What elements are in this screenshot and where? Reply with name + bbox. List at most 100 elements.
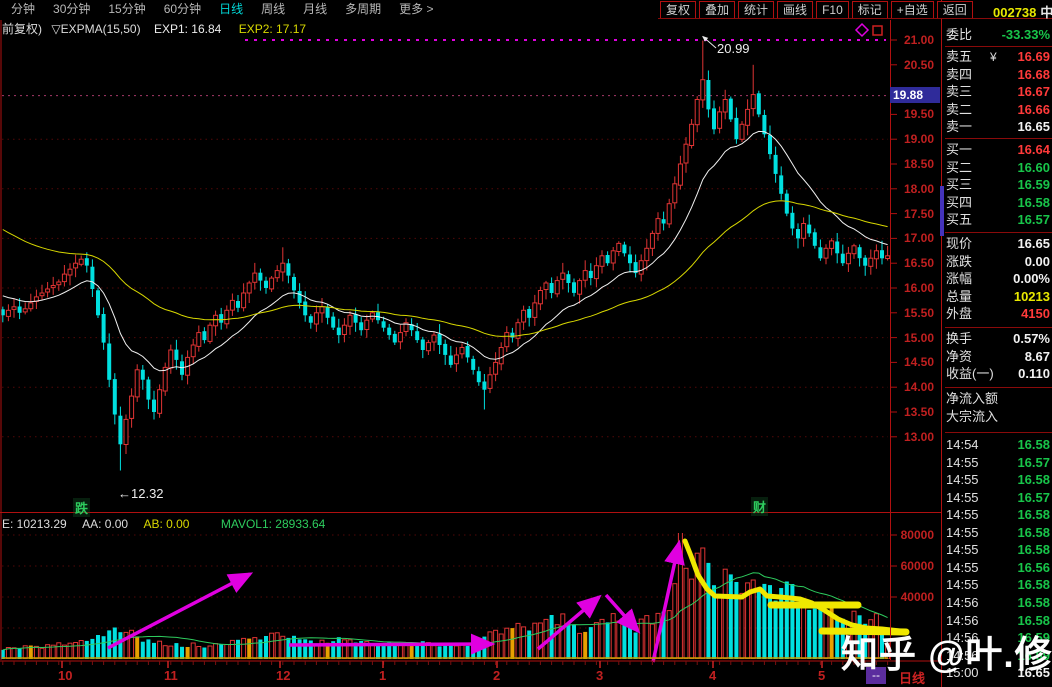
bid-row-1: 买二16.60 — [945, 159, 1052, 177]
bid-row-3-value: 16.58 — [1017, 194, 1050, 212]
tab-period-2[interactable]: 15分钟 — [99, 1, 154, 18]
panel-separator — [945, 46, 1052, 47]
expma-indicator-header: 前复权) ▽EXPMA(15,50) EXP1: 16.84 EXP2: 17.… — [2, 20, 306, 37]
bid-row-0-label: 买一 — [946, 141, 972, 159]
tab-period-7[interactable]: 多周期 — [336, 1, 390, 18]
tab-period-3[interactable]: 60分钟 — [155, 1, 210, 18]
transaction-time: 14:54 — [946, 436, 979, 454]
toolbar-button-5[interactable]: 标记 — [852, 1, 888, 19]
tab-period-8[interactable]: 更多 > — [390, 1, 442, 18]
ask-row-2: 卖三 16.67 — [945, 83, 1052, 101]
high-annotation-leader — [703, 37, 716, 49]
high-price-annotation: 20.99 — [717, 41, 750, 56]
tab-period-0[interactable]: 分钟 — [2, 1, 44, 18]
toolbar-button-0[interactable]: 复权 — [660, 1, 696, 19]
transaction-price: 16.56 — [1017, 559, 1050, 577]
transaction-time: 14:56 — [946, 594, 979, 612]
transaction-time: 14:55 — [946, 524, 979, 542]
toolbar-button-1[interactable]: 叠加 — [699, 1, 735, 19]
transaction-time: 14:55 — [946, 506, 979, 524]
transaction-time: 14:55 — [946, 454, 979, 472]
toolbar-button-3[interactable]: 画线 — [777, 1, 813, 19]
ask-row-2-value: 16.67 — [1017, 83, 1050, 101]
ask-row-0: 卖五 16.69 — [945, 48, 1052, 66]
info-row-换手-label: 换手 — [946, 330, 972, 348]
cursor-glyph: ¥ — [990, 50, 997, 64]
period-toolbar: 分钟30分钟15分钟60分钟日线周线月线多周期更多 > — [2, 1, 443, 18]
tab-period-1[interactable]: 30分钟 — [44, 1, 99, 18]
ask-row-3: 卖二16.66 — [945, 101, 1052, 119]
tab-period-6[interactable]: 月线 — [294, 1, 336, 18]
weibi-value: -33.33% — [1002, 26, 1050, 44]
transaction-row: 14:55 16.58 — [945, 506, 1052, 524]
transaction-row: 14:55 16.57 — [945, 454, 1052, 472]
info-row-涨幅: 涨幅 0.00% — [945, 270, 1052, 288]
info-row-现价: 现价16.65 — [945, 235, 1052, 253]
ask-row-1-label: 卖四 — [946, 66, 972, 84]
watermark: 知乎 @叶.修 — [841, 624, 1052, 678]
toolbar-button-2[interactable]: 统计 — [738, 1, 774, 19]
panel-separator — [945, 232, 1052, 233]
price-line-label: 19.88 — [890, 87, 940, 103]
info-row-现价-value: 16.65 — [1017, 235, 1050, 253]
info-row-换手-value: 0.57% — [1013, 330, 1050, 348]
ask-row-4-label: 卖一 — [946, 118, 972, 136]
chart-frame — [0, 0, 944, 687]
toolbar-button-7[interactable]: 返回 — [937, 1, 973, 19]
exp2-line — [3, 201, 888, 337]
info-row-净资-label: 净资 — [946, 348, 972, 366]
mavol1-value: MAVOL1: 28933.64 — [221, 517, 326, 531]
info-row-涨幅-value: 0.00% — [1013, 270, 1050, 288]
bid-row-4-label: 买五 — [946, 211, 972, 229]
flow-row-0: 净流入额 — [945, 390, 1052, 408]
expma-formula-label[interactable]: ▽EXPMA(15,50) — [51, 22, 140, 36]
toolbar-button-4[interactable]: F10 — [816, 1, 849, 19]
bid-row-0-value: 16.64 — [1017, 141, 1050, 159]
exp1-line — [3, 131, 888, 370]
ask-row-2-label: 卖三 — [946, 83, 972, 101]
info-row-涨跌-label: 涨跌 — [946, 253, 972, 271]
ask-row-0-label: 卖五 — [946, 48, 972, 66]
stock-code-value: 002738 — [993, 5, 1036, 20]
bid-row-0: 买一 16.64 — [945, 141, 1052, 159]
bid-row-4-value: 16.57 — [1017, 211, 1050, 229]
action-toolbar: 复权叠加统计画线F10标记+自选返回 — [660, 1, 973, 19]
tab-period-4[interactable]: 日线 — [210, 1, 252, 18]
transaction-price: 16.58 — [1017, 471, 1050, 489]
flow-row-0-label: 净流入额 — [946, 390, 998, 408]
info-row-总量-value: 10213 — [1014, 288, 1050, 306]
info-row-外盘-value: 4150 — [1021, 305, 1050, 323]
candlestick-chart[interactable] — [0, 0, 1052, 687]
volume-indicator-header: E: 10213.29 AA: 0.00 AB: 0.00 MAVOL1: 28… — [2, 517, 325, 531]
volume-e-value: E: 10213.29 — [2, 517, 67, 531]
info-row-收益(一): 收益(一)0.110 — [945, 365, 1052, 383]
transaction-row: 14:5516.58 — [945, 541, 1052, 559]
transaction-price: 16.57 — [1017, 489, 1050, 507]
bid-row-1-label: 买二 — [946, 159, 972, 177]
tab-period-5[interactable]: 周线 — [252, 1, 294, 18]
info-row-总量: 总量 10213 — [945, 288, 1052, 306]
bid-row-3: 买四16.58 — [945, 194, 1052, 212]
info-row-涨跌-value: 0.00 — [1025, 253, 1050, 271]
toolbar-button-6[interactable]: +自选 — [891, 1, 934, 19]
volume-ab-value: AB: 0.00 — [143, 517, 189, 531]
stock-code: 002738中 — [993, 2, 1052, 21]
transaction-row: 14:5616.58 — [945, 594, 1052, 612]
ask-row-4: 卖一16.65 — [945, 118, 1052, 136]
transaction-price: 16.58 — [1017, 506, 1050, 524]
transaction-price: 16.58 — [1017, 436, 1050, 454]
info-row-涨幅-label: 涨幅 — [946, 270, 972, 288]
bid-row-2-label: 买三 — [946, 176, 972, 194]
exp2-value: EXP2: 17.17 — [239, 22, 306, 36]
transaction-price: 16.57 — [1017, 454, 1050, 472]
flow-row-1: 大宗流入 — [945, 408, 1052, 426]
transaction-price: 16.58 — [1017, 576, 1050, 594]
info-row-总量-label: 总量 — [946, 288, 972, 306]
info-row-换手: 换手 0.57% — [945, 330, 1052, 348]
flow-row-1-label: 大宗流入 — [946, 408, 998, 426]
transaction-time: 14:55 — [946, 576, 979, 594]
ask-row-0-value: 16.69 — [1017, 48, 1050, 66]
volume-bars — [1, 532, 890, 659]
transaction-price: 16.58 — [1017, 524, 1050, 542]
transaction-row: 14:5516.58 — [945, 471, 1052, 489]
